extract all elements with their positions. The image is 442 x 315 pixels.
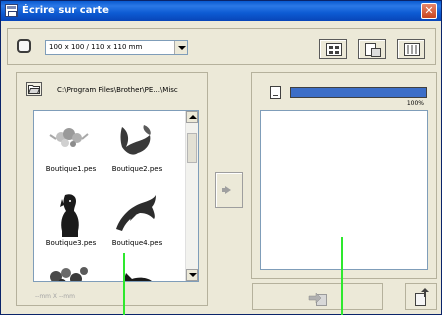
file-item-partial-2[interactable] xyxy=(104,261,170,281)
card-capacity-bar xyxy=(290,87,427,98)
file-list-scrollbar[interactable] xyxy=(185,111,198,281)
flowers-thumbnail xyxy=(38,261,104,281)
scroll-down-icon[interactable] xyxy=(186,269,198,281)
design-size-label: --mm X --mm xyxy=(35,293,75,300)
hoop-icon xyxy=(17,39,31,53)
file-name: Boutique2.pes xyxy=(111,165,163,173)
grid-view-button[interactable] xyxy=(319,39,347,59)
hoop-size-select[interactable]: 100 x 100 / 110 x 110 mm xyxy=(45,40,188,55)
card-panel: 100% xyxy=(251,72,437,279)
delete-button[interactable] xyxy=(405,283,437,310)
bird-thumbnail xyxy=(104,117,170,165)
file-item-boutique3[interactable]: Boutique3.pes xyxy=(38,191,104,247)
chevron-down-icon[interactable] xyxy=(174,41,187,54)
file-browser-panel: C:\Program Files\Brother\PE...\Misc Bout… xyxy=(16,72,208,306)
transfer-button[interactable] xyxy=(215,172,243,208)
close-icon: ✕ xyxy=(424,4,434,17)
file-item-boutique2[interactable]: Boutique2.pes xyxy=(104,117,170,173)
title-bar[interactable]: Écrire sur carte ✕ xyxy=(1,1,441,21)
delete-from-card-icon xyxy=(415,288,429,306)
hoop-size-value: 100 x 100 / 110 x 110 mm xyxy=(49,43,143,51)
list-view-icon xyxy=(404,43,420,56)
scroll-up-icon[interactable] xyxy=(186,111,198,123)
folder-icon xyxy=(28,85,40,94)
dolphin-thumbnail xyxy=(104,191,170,239)
dog-thumbnail xyxy=(38,191,104,239)
write-button[interactable] xyxy=(252,283,383,310)
window-title: Écrire sur carte xyxy=(22,5,109,16)
file-list[interactable]: Boutique1.pes Boutique2.pes Boutique3.pe… xyxy=(33,110,199,282)
guide-line-left xyxy=(123,253,125,315)
close-button[interactable]: ✕ xyxy=(421,3,437,19)
file-name: Boutique4.pes xyxy=(111,239,163,247)
list-view-button[interactable] xyxy=(397,39,425,59)
scrollbar-thumb[interactable] xyxy=(187,133,197,163)
grid-view-icon xyxy=(326,43,342,56)
memory-card-icon xyxy=(270,86,281,99)
card-capacity-fill xyxy=(291,88,426,97)
file-name: Boutique1.pes xyxy=(45,165,97,173)
file-item-boutique4[interactable]: Boutique4.pes xyxy=(104,191,170,247)
file-item-boutique1[interactable]: Boutique1.pes xyxy=(38,117,104,173)
roses-thumbnail xyxy=(38,117,104,165)
cat-thumbnail xyxy=(104,261,170,281)
card-capacity-percent: 100% xyxy=(406,100,424,107)
toolbar: 100 x 100 / 110 x 110 mm xyxy=(7,28,436,65)
write-to-card-icon xyxy=(308,292,327,306)
app-icon xyxy=(5,4,18,17)
file-name: Boutique3.pes xyxy=(45,239,97,247)
card-contents-preview[interactable] xyxy=(260,110,428,270)
folder-path: C:\Program Files\Brother\PE...\Misc xyxy=(57,86,178,94)
card-view-button[interactable] xyxy=(358,39,386,59)
guide-line-right xyxy=(341,237,343,315)
file-item-partial-1[interactable] xyxy=(38,261,104,281)
card-view-icon xyxy=(365,43,381,57)
browse-folder-button[interactable] xyxy=(26,82,42,96)
write-to-card-window: Écrire sur carte ✕ 100 x 100 / 110 x 110… xyxy=(0,0,442,315)
